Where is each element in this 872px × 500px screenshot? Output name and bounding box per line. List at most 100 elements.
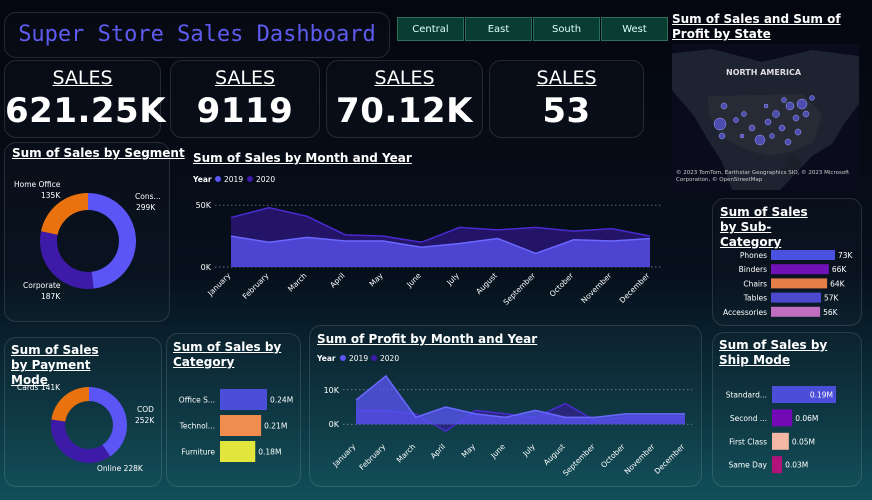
kpi-card-count: SALES 53 <box>489 60 644 138</box>
x-tick-label: January <box>330 442 358 470</box>
slicer-west[interactable]: West <box>601 17 668 41</box>
x-tick-label: February <box>241 271 271 301</box>
segment-value-home-office: 135K <box>41 191 61 200</box>
slicer-central[interactable]: Central <box>397 17 464 41</box>
payment-donut-panel: Sum of Sales by Payment Mode Cards 141K … <box>4 337 162 487</box>
segment-value-consumer: 299K <box>136 203 156 212</box>
legend-2019-swatch <box>215 176 221 182</box>
segment-label-consumer: Cons... <box>135 192 161 201</box>
x-tick-label: June <box>488 442 507 461</box>
sales-month-chart: Year 2019 2020 50K 0KJanuary February March… <box>192 175 662 307</box>
segment-value-corporate: 187K <box>41 292 61 301</box>
bar-category-label: Chairs <box>743 279 767 288</box>
bar[interactable] <box>771 306 821 317</box>
legend-2019-swatch <box>340 355 346 361</box>
bar-category-label: Second ... <box>730 414 767 423</box>
profit-month-title: Sum of Profit by Month and Year <box>317 332 538 346</box>
kpi-card-profit: SALES 70.12K <box>326 60 483 138</box>
bar-category-label: Accessories <box>723 308 767 317</box>
donut-slice-cons[interactable] <box>88 193 136 289</box>
bar-category-label: Office S... <box>179 396 215 405</box>
legend-2019-label: 2019 <box>349 354 368 363</box>
bar[interactable] <box>220 415 262 436</box>
sales-month-title: Sum of Sales by Month and Year <box>193 151 412 165</box>
payment-label-cards: Cards 141K <box>17 383 61 392</box>
bar-value-label: 0.06M <box>795 414 818 423</box>
bar[interactable] <box>771 250 835 260</box>
donut-slice-online[interactable] <box>51 419 111 463</box>
payment-value-cod: 252K <box>135 416 155 425</box>
category-panel: Sum of Sales by Category Office S... 0.24… <box>166 333 301 487</box>
kpi-value: 621.25K <box>5 91 167 131</box>
x-tick-label: May <box>367 271 385 289</box>
bar-value-label: 0.21M <box>264 422 287 431</box>
bar-category-label: Standard... <box>726 391 767 400</box>
payment-label-online: Online 228K <box>97 464 144 473</box>
x-tick-label: September <box>561 441 597 477</box>
slicer-south[interactable]: South <box>533 17 600 41</box>
x-tick-label: October <box>599 441 627 469</box>
kpi-card-quantity: SALES 9119 <box>170 60 320 138</box>
kpi-label: SALES <box>52 67 113 89</box>
bar-value-label: 0.24M <box>270 396 293 405</box>
kpi-value: 9119 <box>196 91 294 131</box>
bar-value-label: 0.19M <box>810 391 833 400</box>
x-tick-label: December <box>618 270 653 305</box>
x-tick-label: July <box>444 271 461 288</box>
y-tick-label: 50K <box>196 201 212 210</box>
y-tick-label: 0K <box>201 263 212 272</box>
category-chart: Office S... 0.24M Technol... 0.21M Furniture… <box>179 389 293 462</box>
bar-category-label: Furniture <box>181 448 215 457</box>
title-panel: Super Store Sales Dashboard <box>4 12 390 58</box>
bar-category-label: Same Day <box>729 461 768 470</box>
x-tick-label: March <box>395 442 418 465</box>
x-tick-label: August <box>542 442 567 467</box>
x-tick-label: July <box>520 442 537 459</box>
legend-title: Year <box>192 175 212 184</box>
map-title: Sum of Sales and Sum of Profit by State <box>672 12 841 41</box>
y-tick-label: 0K <box>329 420 340 429</box>
shipmode-chart: Standard... 0.19M Second ... 0.06M First Cla… <box>726 386 836 474</box>
bar-category-label: First Class <box>729 437 767 446</box>
bar[interactable] <box>771 292 821 303</box>
bar[interactable] <box>220 441 256 462</box>
x-tick-label: August <box>474 271 499 296</box>
bar-value-label: 64K <box>830 279 846 288</box>
x-tick-label: March <box>286 271 309 294</box>
bar[interactable] <box>771 264 829 275</box>
bar-value-label: 0.05M <box>792 437 815 446</box>
segment-donut-chart: Home Office 135K Cons... 299K Corporate … <box>14 180 161 301</box>
area-series-2019[interactable] <box>356 376 685 425</box>
bar[interactable] <box>220 389 267 410</box>
bar-value-label: 66K <box>832 265 848 274</box>
x-tick-label: November <box>623 441 658 476</box>
map-region-label: NORTH AMERICA <box>726 68 802 77</box>
donut-slice-cod[interactable] <box>89 387 128 457</box>
bar-category-label: Technol... <box>179 422 215 431</box>
subcategory-chart: Phones 73K Binders 66K Chairs 64K Tables 57K Acc… <box>723 250 854 317</box>
donut-slice-cards[interactable] <box>51 387 89 422</box>
bar[interactable] <box>772 432 789 450</box>
segment-label-home-office: Home Office <box>14 180 61 189</box>
x-tick-label: October <box>548 270 576 298</box>
bar-category-label: Binders <box>739 265 767 274</box>
legend-title: Year <box>316 354 336 363</box>
x-tick-label: April <box>328 271 346 289</box>
x-tick-label: April <box>429 442 447 460</box>
x-tick-label: June <box>404 271 423 290</box>
bar-value-label: 0.18M <box>258 448 281 457</box>
bar-value-label: 56K <box>823 308 839 317</box>
legend-2019-label: 2019 <box>224 175 243 184</box>
bar[interactable] <box>772 456 783 474</box>
segment-label-corporate: Corporate <box>23 281 61 290</box>
slicer-east[interactable]: East <box>465 17 532 41</box>
bar[interactable] <box>772 409 793 427</box>
bar[interactable] <box>771 278 828 289</box>
segment-chart-title: Sum of Sales by Segment <box>12 146 185 160</box>
legend-2020-label: 2020 <box>380 354 399 363</box>
x-tick-label: January <box>205 271 233 299</box>
payment-label-cod: COD <box>137 405 154 414</box>
legend-2020-swatch <box>247 176 253 182</box>
y-tick-label: 10K <box>324 386 340 395</box>
segment-donut-panel: Sum of Sales by Segment Home Office 135K… <box>4 142 185 322</box>
